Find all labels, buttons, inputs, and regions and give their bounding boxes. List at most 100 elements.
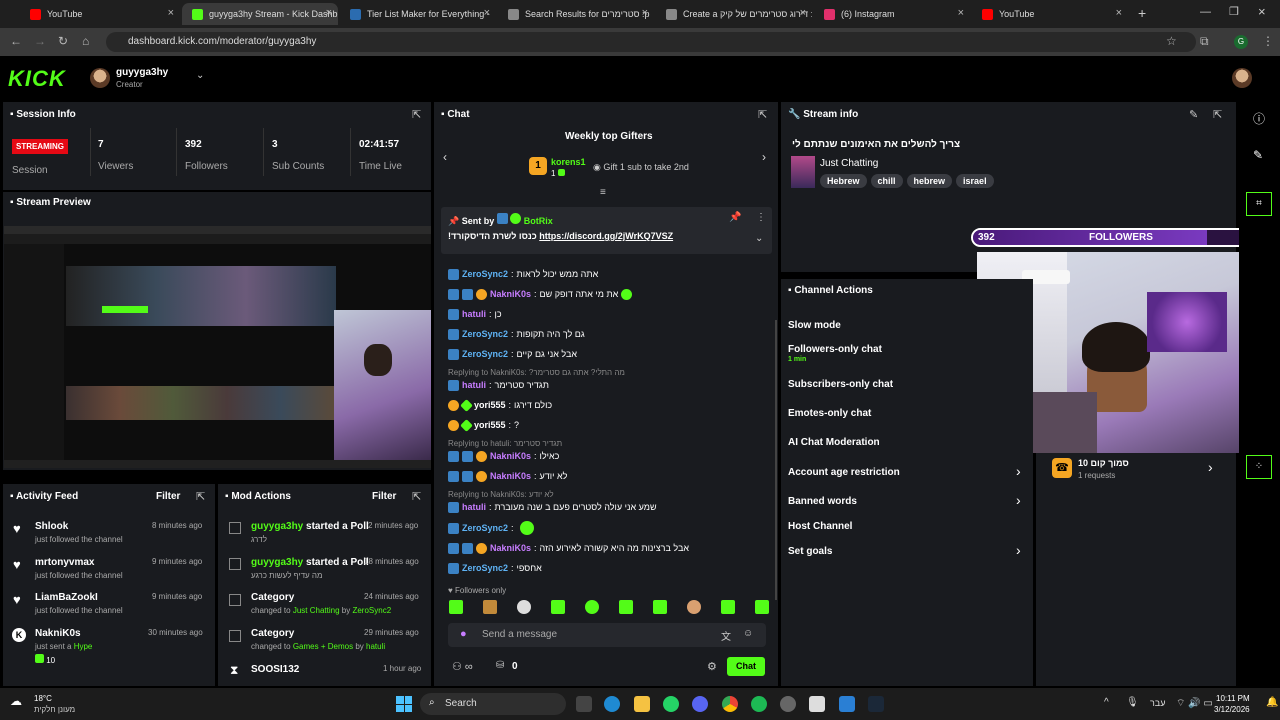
address-bar[interactable]: dashboard.kick.com/moderator/guyyga3hy bbox=[106, 32, 1196, 52]
tab-instagram[interactable]: (6) Instagram × bbox=[814, 3, 970, 25]
reload-icon[interactable]: ↻ bbox=[58, 34, 68, 48]
emote-icon[interactable] bbox=[449, 600, 463, 614]
tag-chip[interactable]: chill bbox=[870, 174, 903, 188]
chevron-down-icon[interactable]: ⌄ bbox=[755, 233, 763, 244]
action-followers-only[interactable]: Followers-only chat bbox=[788, 344, 882, 355]
activity-user[interactable]: Shlook bbox=[35, 521, 68, 532]
activity-user[interactable]: NakniK0s bbox=[35, 628, 81, 639]
extensions-icon[interactable]: ⧉ bbox=[1200, 34, 1209, 49]
chat-message[interactable]: NakniK0s: את מי אתה דופק שם bbox=[448, 285, 633, 303]
steam-icon[interactable] bbox=[868, 696, 884, 712]
chat-message[interactable]: hatuli: תגדיר סטרימר bbox=[448, 376, 549, 394]
action-account-age[interactable]: Account age restriction bbox=[788, 467, 900, 478]
popout-icon[interactable]: ⇱ bbox=[758, 108, 767, 121]
chevron-right-icon[interactable]: › bbox=[1016, 463, 1021, 479]
window-close-button[interactable]: × bbox=[1258, 4, 1266, 19]
category-thumbnail[interactable] bbox=[791, 156, 815, 188]
forward-icon[interactable]: → bbox=[34, 34, 46, 48]
wifi-icon[interactable]: ⌔ 🔊 ▭ bbox=[1176, 697, 1213, 710]
emote-icon[interactable] bbox=[755, 600, 769, 614]
mod-filter-button[interactable]: Filter bbox=[372, 491, 396, 502]
popout-icon[interactable]: ⇱ bbox=[1213, 108, 1222, 121]
chat-message[interactable]: hatuli: כן bbox=[448, 305, 502, 323]
browser-menu-icon[interactable]: ⋮ bbox=[1262, 34, 1274, 48]
close-icon[interactable]: × bbox=[800, 7, 806, 19]
emote-icon[interactable] bbox=[551, 600, 565, 614]
emote-icon[interactable] bbox=[653, 600, 667, 614]
action-host-channel[interactable]: Host Channel bbox=[788, 521, 852, 532]
file-explorer-icon[interactable] bbox=[634, 696, 650, 712]
weather-icon[interactable]: ☁ bbox=[10, 694, 22, 708]
input-language[interactable]: עבר bbox=[1150, 698, 1165, 708]
microphone-icon[interactable]: ● bbox=[460, 628, 467, 640]
maximize-button[interactable]: ❐ bbox=[1229, 5, 1239, 18]
unpin-icon[interactable]: 📌 bbox=[729, 212, 741, 223]
whatsapp-icon[interactable] bbox=[663, 696, 679, 712]
chat-message[interactable]: hatuli: שמע אני עולה לסטרים פעם ב שנה מעו… bbox=[448, 498, 657, 516]
popout-icon[interactable]: ⇱ bbox=[412, 490, 421, 503]
tab-youtube-1[interactable]: YouTube × bbox=[20, 3, 180, 25]
user-avatar[interactable] bbox=[90, 68, 110, 88]
reward-title[interactable]: סמוך קום 10 bbox=[1078, 458, 1129, 468]
tab-tier-list[interactable]: Tier List Maker for Everything - × bbox=[340, 3, 496, 25]
chevron-right-icon[interactable]: › bbox=[762, 150, 766, 164]
chat-message[interactable]: NakniK0s: כאילו bbox=[448, 447, 559, 465]
top-gifter-name[interactable]: korens1 bbox=[551, 157, 586, 167]
header-avatar[interactable] bbox=[1232, 68, 1252, 88]
crop-icon[interactable]: ⌗ bbox=[1246, 192, 1272, 216]
stream-category[interactable]: Just Chatting bbox=[820, 158, 878, 169]
notepad-icon[interactable] bbox=[809, 696, 825, 712]
action-slow-mode[interactable]: Slow mode bbox=[788, 320, 841, 331]
chevron-left-icon[interactable]: ‹ bbox=[443, 150, 447, 164]
emote-icon[interactable] bbox=[687, 600, 701, 614]
activity-user[interactable]: mrtonyvmax bbox=[35, 557, 94, 568]
emote-icon[interactable] bbox=[721, 600, 735, 614]
home-icon[interactable]: ⌂ bbox=[82, 34, 89, 48]
action-banned-words[interactable]: Banned words bbox=[788, 496, 857, 507]
pinned-link[interactable]: https://discord.gg/2jWrKQ7VSZ bbox=[539, 231, 673, 241]
close-icon[interactable]: × bbox=[168, 7, 174, 19]
users-icon[interactable]: ⚇ ∞ bbox=[452, 660, 473, 673]
kick-logo[interactable]: KICK bbox=[8, 66, 66, 92]
collapse-icon[interactable]: ≡ bbox=[600, 187, 606, 198]
settings-icon[interactable] bbox=[780, 696, 796, 712]
discord-icon[interactable] bbox=[692, 696, 708, 712]
activity-filter-button[interactable]: Filter bbox=[156, 491, 180, 502]
chevron-down-icon[interactable]: ⌄ bbox=[196, 70, 204, 81]
chevron-right-icon[interactable]: › bbox=[1208, 459, 1213, 475]
tab-search-results[interactable]: Search Results for ‫סטרימרים‬ :p × bbox=[498, 3, 654, 25]
tab-kick-dashboard[interactable]: guyyga3hy Stream - Kick Dashb × bbox=[182, 3, 338, 25]
close-icon[interactable]: × bbox=[484, 7, 490, 19]
chevron-right-icon[interactable]: › bbox=[1016, 542, 1021, 558]
popout-icon[interactable]: ⇱ bbox=[412, 108, 421, 121]
pencil-icon[interactable]: ✎ bbox=[1253, 148, 1263, 162]
send-chat-button[interactable]: Chat bbox=[727, 657, 765, 676]
tab-create[interactable]: Create a ‫דירוג סטרימרים של קיק‬ :p× bbox=[656, 3, 812, 25]
new-tab-button[interactable]: + bbox=[1138, 5, 1146, 21]
photos-icon[interactable] bbox=[839, 696, 855, 712]
chat-message[interactable]: NakniK0s: אבל ברצינות מה היא קשורה לאירוע… bbox=[448, 539, 689, 557]
tray-chevron-icon[interactable]: ^ bbox=[1104, 697, 1109, 708]
close-icon[interactable]: × bbox=[958, 7, 964, 19]
close-icon[interactable]: × bbox=[642, 7, 648, 19]
chat-message[interactable]: NakniK0s: לא יודע bbox=[448, 467, 567, 485]
chat-message[interactable]: ZeroSync2: אבל אני גם קיים bbox=[448, 345, 577, 363]
chat-scrollbar[interactable] bbox=[775, 320, 777, 600]
activity-user[interactable]: LiamBaZookI bbox=[35, 592, 98, 603]
tag-chip[interactable]: hebrew bbox=[906, 174, 953, 188]
notification-bell-icon[interactable]: 🔔 bbox=[1266, 697, 1278, 708]
minimize-button[interactable]: — bbox=[1200, 6, 1211, 18]
chat-message[interactable]: ZeroSync2: bbox=[448, 519, 534, 537]
close-icon[interactable]: × bbox=[1116, 7, 1122, 19]
grid-icon[interactable]: ⁘ bbox=[1246, 455, 1272, 479]
chrome-icon[interactable] bbox=[722, 696, 738, 712]
emote-icon[interactable] bbox=[619, 600, 633, 614]
info-icon[interactable]: ⓘ bbox=[1253, 110, 1265, 127]
gift-cta[interactable]: ◉ Gift 1 sub to take 2nd bbox=[593, 162, 689, 173]
edit-pencil-icon[interactable]: ✎ bbox=[1189, 108, 1198, 121]
bookmark-star-icon[interactable]: ☆ bbox=[1166, 34, 1177, 48]
chat-message[interactable]: yori555: כולם דירגו bbox=[448, 396, 552, 414]
popout-icon[interactable]: ⇱ bbox=[196, 490, 205, 503]
emote-icon[interactable] bbox=[483, 600, 497, 614]
emote-icon[interactable] bbox=[585, 600, 599, 614]
